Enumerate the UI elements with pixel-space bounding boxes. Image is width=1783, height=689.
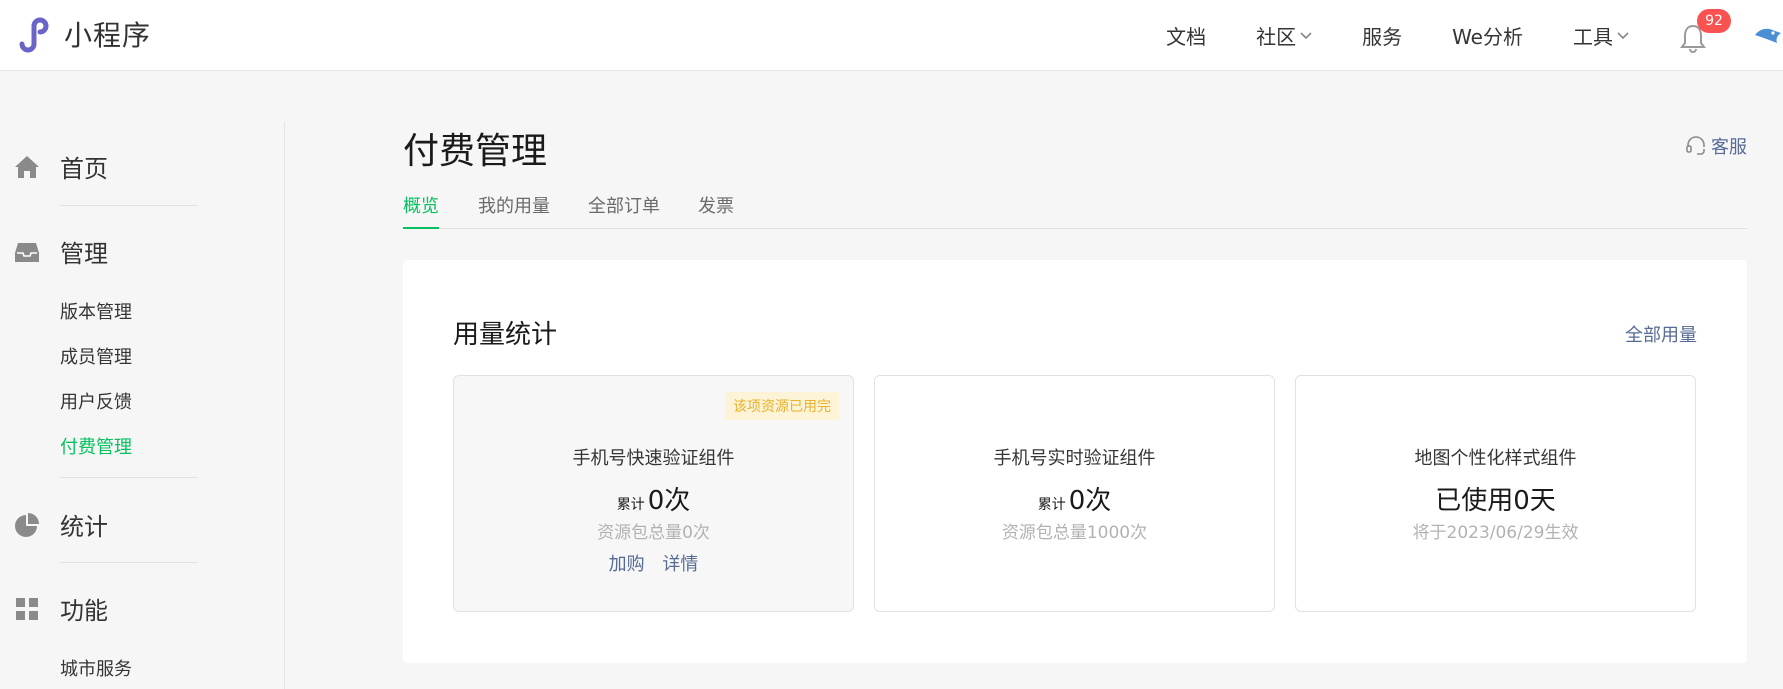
sidebar-item-features[interactable]: 功能	[14, 591, 108, 626]
headset-icon	[1686, 136, 1705, 155]
count-value: 0次	[647, 486, 691, 516]
sidebar-home-label: 首页	[60, 155, 108, 183]
nav-services-label: 服务	[1362, 25, 1403, 49]
all-usage-link[interactable]: 全部用量	[1625, 321, 1697, 347]
usage-card-map-style: 地图个性化样式组件 已使用0天 将于2023/06/29生效	[1295, 375, 1696, 612]
chevron-down-icon	[1300, 31, 1312, 39]
sidebar-item-statistics[interactable]: 统计	[14, 507, 108, 542]
home-icon	[15, 155, 39, 178]
sidebar-manage-label: 管理	[60, 240, 108, 268]
app-title: 小程序	[64, 19, 152, 52]
chevron-down-icon	[1617, 31, 1629, 39]
notification-badge: 92	[1697, 8, 1731, 33]
top-bar: 小程序 文档 社区 服务 We分析 工具 92	[0, 0, 1783, 71]
nav-we-analytics[interactable]: We分析	[1452, 21, 1523, 50]
tab-bar: 概览 我的用量 全部订单 发票	[403, 192, 1747, 229]
card-count: 累计 0次	[454, 480, 853, 517]
avatar[interactable]	[1753, 21, 1783, 51]
nav-tools-label: 工具	[1573, 25, 1613, 49]
card-name: 手机号实时验证组件	[993, 448, 1156, 469]
count-prefix: 累计	[1037, 497, 1066, 513]
nav-docs[interactable]: 文档	[1166, 21, 1206, 50]
sidebar: 首页 管理 版本管理 成员管理 用户反馈 付费管理 统计 功能 城市服务	[0, 122, 285, 689]
count-prefix: 累计	[616, 497, 645, 513]
mini-program-logo-icon	[19, 17, 49, 53]
top-nav: 文档 社区 服务 We分析 工具 92	[1166, 0, 1783, 71]
usage-card-phone-quick-verify: 该项资源已用完 手机号快速验证组件 累计 0次 资源包总量0次 加购 详情	[453, 375, 854, 612]
sidebar-item-user-feedback[interactable]: 用户反馈	[60, 388, 132, 414]
nav-community-label: 社区	[1256, 25, 1297, 49]
avatar-icon	[1755, 28, 1781, 43]
card-actions: 加购 详情	[454, 550, 853, 576]
card-total: 资源包总量1000次	[1001, 523, 1148, 543]
nav-community[interactable]: 社区	[1256, 21, 1312, 50]
sidebar-item-payment-management[interactable]: 付费管理	[60, 433, 132, 459]
buy-more-link[interactable]: 加购	[609, 554, 645, 575]
sidebar-statistics-label: 统计	[60, 513, 108, 541]
count-value: 0次	[1068, 486, 1112, 516]
card-count: 累计 0次	[875, 480, 1274, 517]
usage-section-title: 用量统计	[453, 320, 558, 350]
nav-docs-label: 文档	[1166, 25, 1207, 49]
divider	[60, 562, 198, 563]
sidebar-features-label: 功能	[60, 597, 108, 625]
logo[interactable]: 小程序	[14, 14, 151, 54]
sidebar-item-version-management[interactable]: 版本管理	[60, 298, 132, 324]
customer-service-link[interactable]: 客服	[1685, 133, 1747, 159]
sidebar-item-member-management[interactable]: 成员管理	[60, 343, 132, 369]
card-name: 手机号快速验证组件	[572, 448, 735, 469]
nav-tools[interactable]: 工具	[1573, 21, 1629, 50]
card-effective-date: 将于2023/06/29生效	[1412, 523, 1579, 543]
divider	[60, 477, 198, 478]
notifications-button[interactable]: 92	[1679, 8, 1731, 53]
sidebar-item-home[interactable]: 首页	[14, 149, 108, 184]
tab-all-orders[interactable]: 全部订单	[588, 192, 660, 229]
pie-chart-icon	[15, 512, 39, 537]
tab-overview[interactable]: 概览	[403, 192, 439, 229]
sidebar-item-city-services[interactable]: 城市服务	[60, 655, 132, 681]
customer-service-label: 客服	[1711, 137, 1747, 158]
details-link[interactable]: 详情	[662, 554, 698, 575]
nav-services[interactable]: 服务	[1362, 21, 1402, 50]
tab-my-usage[interactable]: 我的用量	[478, 192, 550, 229]
sidebar-item-manage[interactable]: 管理	[14, 234, 108, 269]
inbox-icon	[15, 242, 39, 262]
usage-card-phone-realtime-verify: 手机号实时验证组件 累计 0次 资源包总量1000次	[874, 375, 1275, 612]
divider	[60, 205, 198, 206]
card-days-used: 已使用0天	[1435, 486, 1556, 516]
usage-panel: 用量统计 全部用量 该项资源已用完 手机号快速验证组件 累计 0次 资源包总量0次…	[403, 260, 1747, 663]
grid-icon	[16, 597, 38, 620]
card-total: 资源包总量0次	[597, 523, 710, 543]
nav-we-analytics-label: We分析	[1452, 25, 1523, 49]
card-name: 地图个性化样式组件	[1414, 448, 1577, 469]
tab-invoices[interactable]: 发票	[698, 192, 734, 229]
page-title: 付费管理	[403, 131, 548, 172]
resource-exhausted-tag: 该项资源已用完	[725, 392, 839, 420]
